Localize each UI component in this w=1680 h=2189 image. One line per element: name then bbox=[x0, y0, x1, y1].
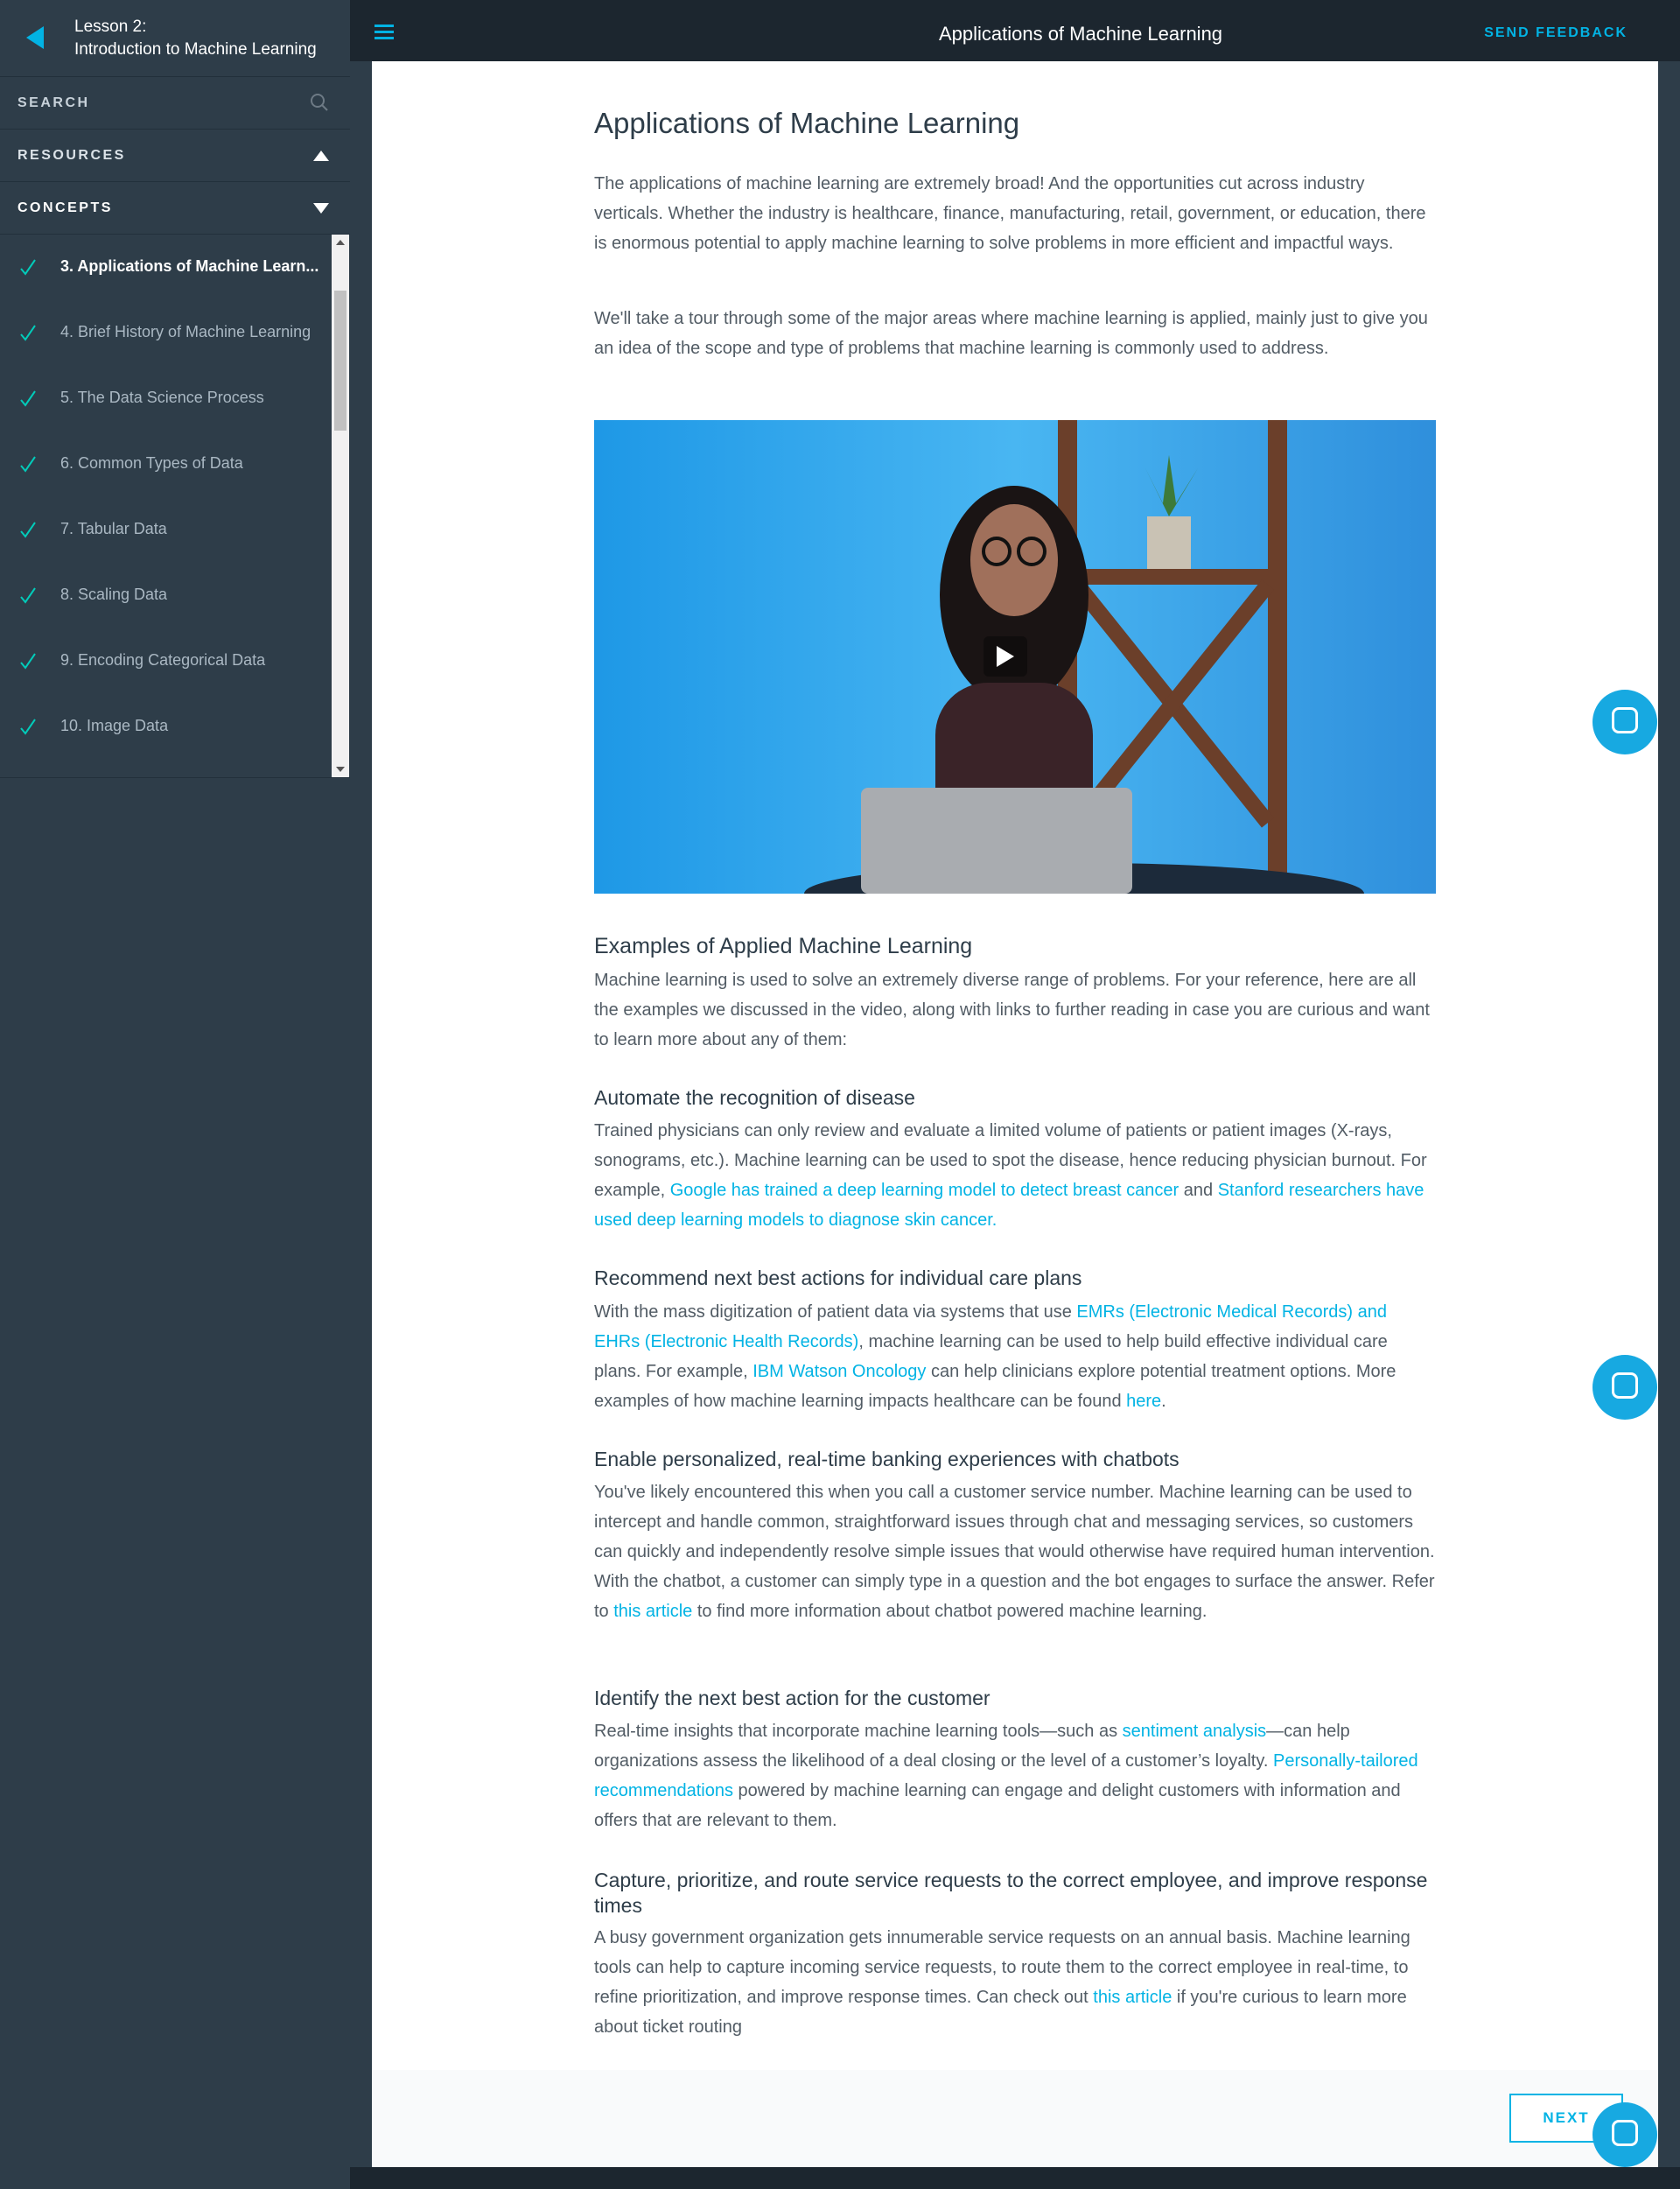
ticket-routing-link[interactable]: this article bbox=[1093, 1988, 1172, 2007]
section-paragraph: A busy government organization gets innu… bbox=[594, 1928, 1410, 2037]
bottom-bar bbox=[350, 2167, 1680, 2189]
section-heading: Enable personalized, real-time banking e… bbox=[594, 1448, 1180, 1470]
concept-item[interactable]: 6. Common Types of Data bbox=[0, 431, 331, 497]
concept-label: 9. Encoding Categorical Data bbox=[60, 651, 266, 669]
concept-label: 6. Common Types of Data bbox=[60, 454, 243, 472]
check-icon bbox=[20, 390, 36, 407]
resources-toggle[interactable]: RESOURCES bbox=[0, 130, 350, 182]
concepts-label: CONCEPTS bbox=[18, 200, 113, 215]
concept-label: 3. Applications of Machine Learn... bbox=[60, 257, 319, 275]
concepts-toggle[interactable]: CONCEPTS bbox=[0, 182, 350, 235]
examples-heading: Examples of Applied Machine Learning bbox=[594, 934, 973, 958]
chat-button[interactable] bbox=[1592, 690, 1657, 754]
chat-icon bbox=[1612, 707, 1638, 733]
caret-up-icon bbox=[313, 151, 329, 161]
breast-cancer-link[interactable]: Google has trained a deep learning model… bbox=[670, 1181, 1179, 1200]
section-paragraph: Real-time insights that incorporate mach… bbox=[594, 1722, 1418, 1830]
chat-icon bbox=[1612, 1372, 1638, 1399]
concept-label: 7. Tabular Data bbox=[60, 520, 167, 537]
intro-paragraph-1: The applications of machine learning are… bbox=[594, 174, 1426, 253]
check-icon bbox=[20, 259, 36, 276]
concept-item[interactable]: 9. Encoding Categorical Data bbox=[0, 628, 331, 694]
concept-item[interactable]: 4. Brief History of Machine Learning bbox=[0, 300, 331, 366]
chat-button[interactable] bbox=[1592, 2102, 1657, 2167]
back-arrow-icon[interactable] bbox=[26, 26, 44, 49]
scrollbar-thumb[interactable] bbox=[334, 291, 346, 431]
concept-label: 4. Brief History of Machine Learning bbox=[60, 323, 312, 340]
article-title: Applications of Machine Learning bbox=[594, 107, 1020, 139]
caret-down-icon bbox=[313, 203, 329, 214]
section-heading: Capture, prioritize, and route service r… bbox=[594, 1869, 1428, 1917]
concept-label: 5. The Data Science Process bbox=[60, 389, 264, 406]
lesson-header: Lesson 2: Introduction to Machine Learni… bbox=[0, 0, 350, 77]
check-icon bbox=[20, 587, 36, 604]
examples-paragraph: Machine learning is used to solve an ext… bbox=[594, 971, 1430, 1049]
play-icon[interactable] bbox=[997, 646, 1014, 667]
check-icon bbox=[20, 325, 36, 341]
sidebar-search[interactable]: SEARCH bbox=[0, 77, 350, 130]
concept-item[interactable]: 5. The Data Science Process bbox=[0, 366, 331, 431]
chat-button[interactable] bbox=[1592, 1355, 1657, 1420]
section-heading: Recommend next best actions for individu… bbox=[594, 1266, 1082, 1289]
check-icon bbox=[20, 653, 36, 670]
section-paragraph: With the mass digitization of patient da… bbox=[594, 1302, 1396, 1411]
chat-icon bbox=[1612, 2120, 1638, 2146]
video-player[interactable] bbox=[594, 420, 1436, 894]
page-title: Applications of Machine Learning bbox=[938, 23, 1223, 45]
concepts-scrollbar[interactable] bbox=[332, 235, 349, 777]
ibm-watson-link[interactable]: IBM Watson Oncology bbox=[752, 1362, 926, 1381]
lesson-number: Lesson 2: bbox=[74, 18, 147, 36]
scroll-down-arrow-icon[interactable] bbox=[336, 767, 345, 772]
check-icon bbox=[20, 456, 36, 473]
sidebar: Lesson 2: Introduction to Machine Learni… bbox=[0, 0, 350, 2189]
content-panel: Applications of Machine Learning The app… bbox=[372, 61, 1658, 2167]
top-bar: Applications of Machine Learning SEND FE… bbox=[350, 0, 1680, 61]
section-paragraph: Trained physicians can only review and e… bbox=[594, 1121, 1427, 1230]
resources-label: RESOURCES bbox=[18, 148, 126, 163]
chatbot-article-link[interactable]: this article bbox=[613, 1602, 692, 1621]
check-icon bbox=[20, 719, 36, 735]
concept-item[interactable]: 7. Tabular Data bbox=[0, 497, 331, 563]
lesson-title: Introduction to Machine Learning bbox=[74, 40, 317, 59]
concept-item[interactable]: 8. Scaling Data bbox=[0, 563, 331, 628]
footer-area bbox=[372, 2070, 1658, 2167]
section-heading: Automate the recognition of disease bbox=[594, 1086, 915, 1109]
scroll-up-arrow-icon[interactable] bbox=[336, 240, 345, 245]
concepts-list: 3. Applications of Machine Learn... 4. B… bbox=[0, 235, 350, 778]
concept-item[interactable]: 3. Applications of Machine Learn... bbox=[0, 235, 331, 300]
concept-item[interactable]: 10. Image Data bbox=[0, 694, 331, 760]
concept-label: 10. Image Data bbox=[60, 717, 169, 734]
sentiment-analysis-link[interactable]: sentiment analysis bbox=[1123, 1722, 1267, 1741]
intro-paragraph-2: We'll take a tour through some of the ma… bbox=[594, 309, 1428, 358]
search-icon[interactable] bbox=[310, 93, 329, 112]
search-label: SEARCH bbox=[18, 95, 90, 110]
section-heading: Identify the next best action for the cu… bbox=[594, 1687, 990, 1709]
send-feedback-link[interactable]: SEND FEEDBACK bbox=[1484, 25, 1628, 41]
section-paragraph: You've likely encountered this when you … bbox=[594, 1483, 1435, 1621]
check-icon bbox=[20, 522, 36, 538]
healthcare-examples-link[interactable]: here bbox=[1126, 1392, 1161, 1411]
concept-label: 8. Scaling Data bbox=[60, 586, 168, 603]
